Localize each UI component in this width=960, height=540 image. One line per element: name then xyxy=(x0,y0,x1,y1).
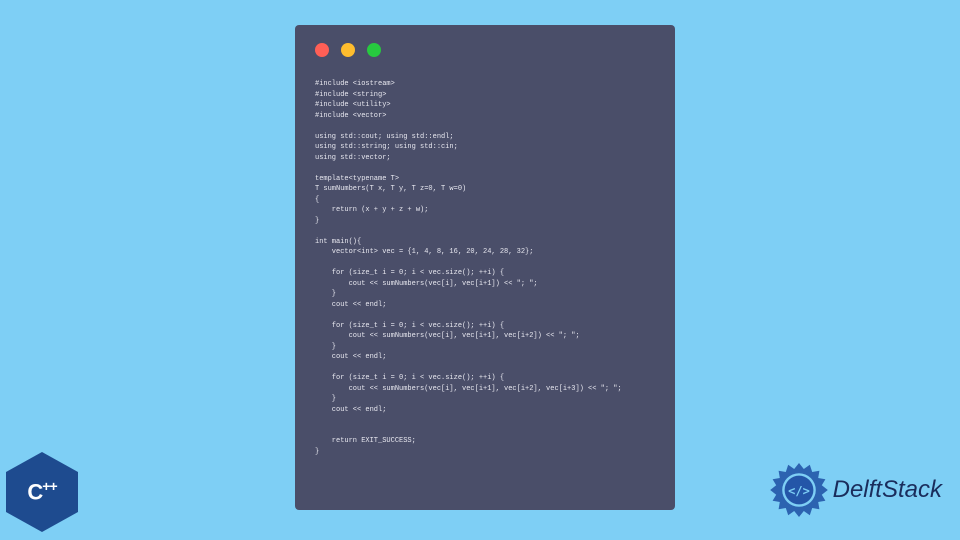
cpp-label: C++ xyxy=(27,478,56,505)
gear-icon: </> xyxy=(769,460,829,520)
maximize-icon xyxy=(367,43,381,57)
cpp-plus: ++ xyxy=(42,478,56,494)
minimize-icon xyxy=(341,43,355,57)
delftstack-logo: </> DelftStack xyxy=(769,460,942,520)
cpp-language-badge: C++ xyxy=(6,452,84,532)
window-traffic-lights xyxy=(315,43,655,57)
delftstack-text: DelftStack xyxy=(833,476,942,504)
cpp-hexagon-icon: C++ xyxy=(6,452,78,532)
close-icon xyxy=(315,43,329,57)
code-block: #include <iostream> #include <string> #i… xyxy=(315,79,655,457)
code-window: #include <iostream> #include <string> #i… xyxy=(295,25,675,510)
cpp-c: C xyxy=(27,480,42,505)
code-tag-icon: </> xyxy=(788,484,810,498)
